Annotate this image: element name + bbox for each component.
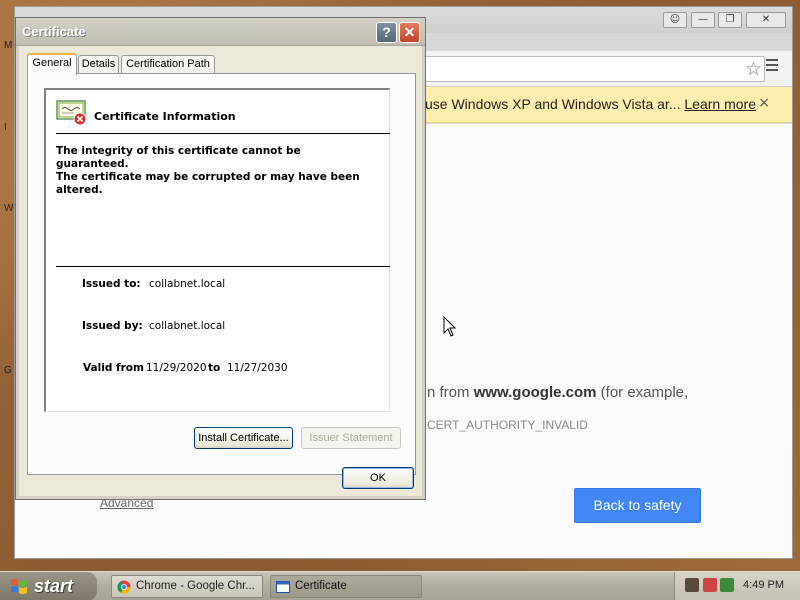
valid-to-label: to (208, 362, 221, 374)
desktop-icon-label: M (4, 40, 13, 51)
issuer-statement-button[interactable]: Issuer Statement (301, 427, 401, 449)
restore-button[interactable]: ❐ (718, 12, 742, 28)
chrome-close-button[interactable]: ✕ (746, 12, 786, 28)
certificate-error-icon (56, 100, 87, 126)
chrome-logo-icon (117, 580, 131, 594)
system-tray: 4:49 PM (674, 572, 800, 600)
taskbar: start Chrome - Google Chr... Certificate… (0, 571, 800, 600)
desktop-icon-label: W (4, 203, 14, 214)
window-icon (276, 581, 290, 593)
bookmark-star-icon[interactable]: ☆ (745, 58, 762, 80)
certificate-info-heading: Certificate Information (94, 110, 236, 123)
desktop-icon-label: G (4, 365, 12, 376)
tray-volume-icon[interactable] (720, 578, 734, 592)
start-button[interactable]: start (0, 572, 97, 600)
issued-to-label: Issued to: (82, 278, 141, 290)
tab-general[interactable]: General (27, 53, 77, 75)
ok-button[interactable]: OK (342, 467, 414, 489)
interstitial-body-text: n from www.google.com (for example, (427, 384, 688, 401)
divider (56, 266, 390, 267)
tray-app-icon[interactable] (685, 578, 699, 592)
minimize-button[interactable]: — (691, 12, 715, 28)
tab-certification-path[interactable]: Certification Path (121, 55, 215, 74)
certificate-dialog: Certificate ? ✕ General Details Certific… (16, 18, 425, 499)
clock[interactable]: 4:49 PM (743, 579, 784, 591)
infobar-message: use Windows XP and Windows Vista ar... L… (425, 96, 756, 112)
body-text-suffix: (for example, (596, 384, 689, 401)
taskbar-item-chrome[interactable]: Chrome - Google Chr... (111, 575, 263, 598)
start-label: start (34, 576, 74, 596)
warning-line: The certificate may be corrupted or may … (56, 171, 360, 183)
warning-line: altered. (56, 184, 103, 196)
valid-to-value: 11/27/2030 (227, 362, 288, 374)
domain-text: www.google.com (473, 384, 597, 401)
learn-more-link[interactable]: Learn more (684, 96, 756, 112)
infobar-close-icon[interactable]: × (758, 95, 770, 111)
issued-by-value: collabnet.local (149, 320, 226, 332)
mouse-cursor-icon (443, 316, 457, 337)
general-tab-panel: Certificate Information The integrity of… (27, 73, 416, 475)
error-code: CERT_AUTHORITY_INVALID (427, 418, 588, 432)
tray-network-icon[interactable] (703, 578, 717, 592)
dialog-titlebar[interactable]: Certificate ? ✕ (16, 18, 425, 46)
back-to-safety-button[interactable]: Back to safety (574, 488, 701, 523)
issued-by-label: Issued by: (82, 320, 143, 332)
certificate-info-box: Certificate Information The integrity of… (44, 88, 390, 412)
taskbar-item-label: Certificate (295, 580, 347, 592)
taskbar-item-certificate[interactable]: Certificate (270, 575, 422, 598)
help-button[interactable]: ? (376, 22, 397, 43)
warning-line: The integrity of this certificate cannot… (56, 145, 301, 170)
issued-to-value: collabnet.local (149, 278, 226, 290)
profile-icon[interactable]: ☺ (663, 12, 687, 28)
dialog-close-button[interactable]: ✕ (399, 22, 420, 43)
dialog-title: Certificate (22, 24, 86, 39)
divider (56, 133, 390, 134)
windows-flag-icon (11, 579, 27, 594)
tab-details[interactable]: Details (78, 55, 119, 74)
valid-from-value: 11/29/2020 (146, 362, 207, 374)
desktop-icon-label: I (4, 122, 7, 133)
valid-from-label: Valid from (83, 362, 144, 374)
integrity-warning: The integrity of this certificate cannot… (56, 145, 376, 197)
address-bar[interactable]: ☆ (415, 56, 765, 82)
install-certificate-button[interactable]: Install Certificate... (194, 427, 293, 449)
infobar-text: use Windows XP and Windows Vista ar... (425, 96, 681, 112)
chrome-menu-icon[interactable] (766, 59, 778, 73)
taskbar-item-label: Chrome - Google Chr... (136, 580, 255, 592)
body-text-prefix: n from (427, 384, 474, 401)
